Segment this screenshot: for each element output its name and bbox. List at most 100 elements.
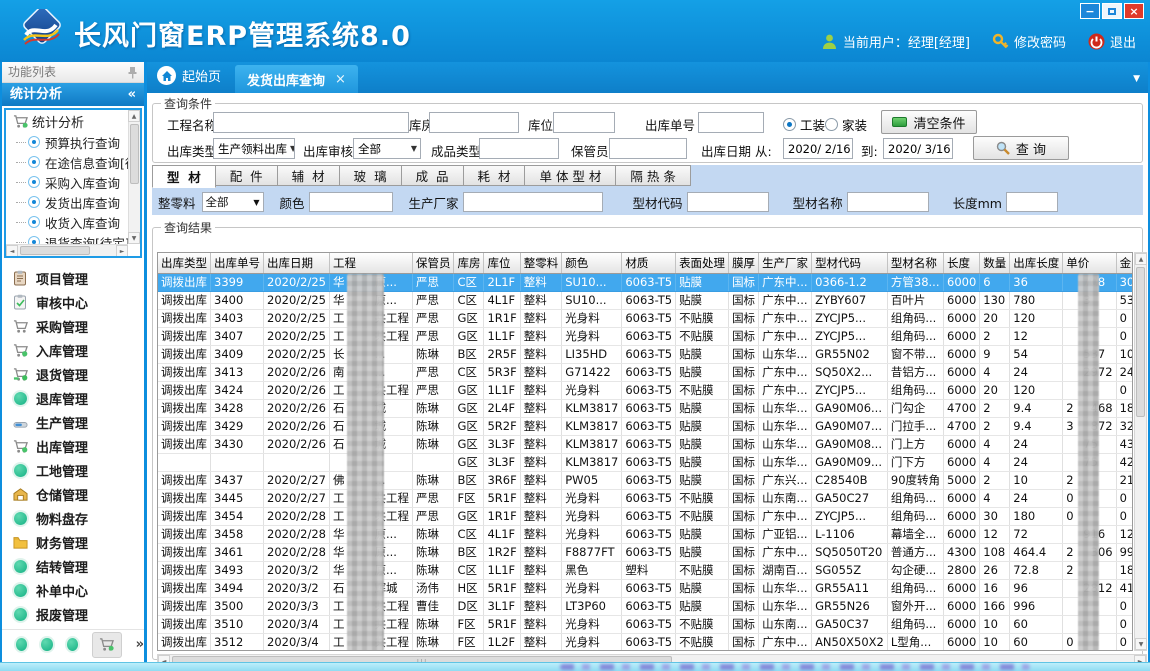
sidebar-item-入库管理[interactable]: 入库管理 — [2, 338, 144, 362]
table-vertical-scrollbar[interactable]: ▲ ▼ — [1134, 252, 1147, 651]
logout[interactable]: 退出 — [1088, 32, 1136, 51]
pin-icon[interactable] — [127, 66, 138, 79]
column-header[interactable]: 数量 — [980, 253, 1010, 273]
table-row[interactable]: 调拨出库34032020/2/25工共工程严思G区1R1F整料光身料6063-T… — [158, 309, 1133, 327]
material-tab[interactable]: 成 品 — [402, 165, 464, 186]
scroll-down-icon[interactable]: ▼ — [128, 232, 140, 244]
material-tab[interactable]: 配 件 — [216, 165, 278, 186]
date-from-select[interactable]: 2020/ 2/16▼ — [783, 138, 853, 159]
table-row[interactable]: 调拨出库34542020/2/28工共工程严思G区1R1F整料光身料6063-T… — [158, 507, 1133, 525]
scroll-up-icon[interactable]: ▲ — [128, 110, 140, 122]
column-header[interactable]: 材质 — [622, 253, 676, 273]
table-row[interactable]: 调拨出库34372020/2/27佛...陈琳B区3R6F整料PW056063-… — [158, 471, 1133, 489]
table-row[interactable]: 调拨出库35002020/3/3工共工程曹佳D区3L1F整料LT3P606063… — [158, 597, 1133, 615]
table-row[interactable]: 调拨出库34072020/2/25工共工程严思G区1L1F整料光身料6063-T… — [158, 327, 1133, 345]
column-header[interactable]: 型材代码 — [812, 253, 888, 273]
out-type-select[interactable]: 生产领料出库▼ — [213, 138, 295, 159]
table-row[interactable]: 调拨出库34242020/2/26工共工程严思G区1L1F整料光身料6063-T… — [158, 381, 1133, 399]
close-button[interactable]: × — [1124, 3, 1144, 19]
material-tab[interactable]: 耗 材 — [464, 165, 526, 186]
column-header[interactable]: 生产厂家 — [759, 253, 812, 273]
column-header[interactable]: 出库长度 — [1010, 253, 1063, 273]
table-row[interactable]: 调拨出库34582020/2/28华原...陈琳C区4L1F整料光身料6063-… — [158, 525, 1133, 543]
table-row[interactable]: 调拨出库35102020/3/4工共工程陈琳F区5R1F整料光身料6063-T5… — [158, 615, 1133, 633]
table-row[interactable]: 调拨出库34942020/3/2石辉城汤伟H区5R1F整料光身料6063-T5贴… — [158, 579, 1133, 597]
length-input[interactable] — [1006, 192, 1058, 212]
material-tab[interactable]: 型 材 — [152, 165, 216, 188]
scroll-left-icon[interactable]: ◄ — [6, 245, 18, 257]
column-header[interactable]: 出库类型 — [158, 253, 211, 273]
clear-conditions-button[interactable]: 清空条件 — [881, 110, 977, 134]
manufacturer-input[interactable] — [463, 192, 603, 212]
table-row[interactable]: G区3L3F整料KLM38176063-T5贴膜国标山东华...GA90M09.… — [158, 453, 1133, 471]
scroll-right-icon[interactable]: ► — [116, 245, 128, 257]
scroll-up-icon[interactable]: ▲ — [1135, 253, 1147, 265]
product-type-input[interactable] — [479, 138, 559, 159]
sidebar-item-物料盘存[interactable]: 物料盘存 — [2, 506, 144, 530]
column-header[interactable]: 整零料 — [520, 253, 562, 273]
search-button[interactable]: 查 询 — [973, 136, 1069, 160]
column-header[interactable]: 保管员 — [412, 253, 454, 273]
maximize-button[interactable] — [1102, 3, 1122, 19]
project-name-input[interactable] — [213, 112, 409, 133]
more-button[interactable]: » — [136, 637, 144, 652]
sidebar-item-财务管理[interactable]: 财务管理 — [2, 530, 144, 554]
whole-part-select[interactable]: 全部▼ — [202, 192, 264, 212]
tab-close-icon[interactable]: × — [335, 72, 346, 87]
column-header[interactable]: 膜厚 — [729, 253, 759, 273]
minimize-button[interactable]: − — [1080, 3, 1100, 19]
sidebar-item-仓储管理[interactable]: 仓储管理 — [2, 482, 144, 506]
table-row[interactable]: 调拨出库34282020/2/26石城陈琳G区2L4F整料KLM38176063… — [158, 399, 1133, 417]
audit-select[interactable]: 全部▼ — [353, 138, 421, 159]
material-tab[interactable]: 单 体 型 材 — [525, 165, 616, 186]
tab-list-dropdown-icon[interactable]: ▼ — [1133, 74, 1140, 84]
tree-hscroll-thumb[interactable] — [20, 246, 90, 255]
table-row[interactable]: 调拨出库34452020/2/27工共工程严思F区5R1F整料光身料6063-T… — [158, 489, 1133, 507]
column-header[interactable]: 单价 — [1063, 253, 1116, 273]
location-input[interactable] — [553, 112, 615, 133]
collapse-icon[interactable]: « — [128, 83, 136, 106]
sidebar-item-工地管理[interactable]: 工地管理 — [2, 458, 144, 482]
column-header[interactable]: 长度 — [944, 253, 980, 273]
table-row[interactable]: 调拨出库33992020/2/25华原...严思C区2L1F整料SU10...6… — [158, 273, 1133, 291]
sidebar-item-出库管理[interactable]: 出库管理 — [2, 434, 144, 458]
sidebar-tree-item[interactable]: 收货入库查询 — [6, 212, 128, 232]
sidebar-tree-item[interactable]: 退货查询[待定] — [6, 232, 128, 244]
profile-code-input[interactable] — [687, 192, 769, 212]
scroll-down-icon[interactable]: ▼ — [1135, 638, 1147, 650]
profile-name-input[interactable] — [847, 192, 929, 212]
sidebar-item-项目管理[interactable]: 项目管理 — [2, 266, 144, 290]
table-row[interactable]: 调拨出库34302020/2/26石城陈琳G区3L3F整料KLM38176063… — [158, 435, 1133, 453]
radio-industrial[interactable]: 工装 — [783, 115, 825, 134]
column-header[interactable]: 型材名称 — [887, 253, 943, 273]
table-row[interactable]: 调拨出库34002020/2/25华原...严思C区4L1F整料SU10...6… — [158, 291, 1133, 309]
column-header[interactable]: 工程 — [329, 253, 412, 273]
tree-scroll-thumb[interactable] — [130, 124, 139, 184]
radio-home[interactable]: 家装 — [825, 115, 867, 134]
dot-icon[interactable] — [67, 638, 78, 651]
sidebar-tree-item[interactable]: 采购入库查询 — [6, 172, 128, 192]
keeper-input[interactable] — [609, 138, 687, 159]
table-row[interactable]: 调拨出库34932020/3/2华原...陈琳C区1L1F整料黑色塑料不贴膜国标… — [158, 561, 1133, 579]
tab-shipment-outbound-query[interactable]: 发货出库查询 × — [235, 65, 358, 93]
sidebar-item-审核中心[interactable]: 审核中心 — [2, 290, 144, 314]
column-header[interactable]: 出库单号 — [211, 253, 264, 273]
table-row[interactable]: 调拨出库34092020/2/25长...陈琳B区2R5F整料LI35HD606… — [158, 345, 1133, 363]
table-row[interactable]: 调拨出库34612020/2/28华原...陈琳B区1R2F整料F8877FT6… — [158, 543, 1133, 561]
tree-vertical-scrollbar[interactable]: ▲ ▼ — [128, 110, 140, 244]
column-header[interactable]: 库房 — [454, 253, 484, 273]
sidebar-tree-item[interactable]: 在途信息查询[待 — [6, 152, 128, 172]
table-row[interactable]: 调拨出库35122020/3/4工共工程陈琳F区1L2F整料光身料6063-T5… — [158, 633, 1133, 651]
change-password[interactable]: 修改密码 — [992, 32, 1066, 51]
tree-horizontal-scrollbar[interactable]: ◄ ► — [6, 244, 128, 256]
sidebar-item-补单中心[interactable]: 补单中心 — [2, 578, 144, 602]
sidebar-item-退货管理[interactable]: 退货管理 — [2, 362, 144, 386]
sidebar-item-报废管理[interactable]: 报废管理 — [2, 602, 144, 626]
column-header[interactable]: 表面处理 — [676, 253, 729, 273]
material-tab[interactable]: 辅 材 — [278, 165, 340, 186]
tree-root-statistics[interactable]: 统计分析 — [6, 110, 128, 132]
table-vscroll-thumb[interactable] — [1136, 267, 1145, 417]
column-header[interactable]: 金 — [1116, 253, 1133, 273]
column-header[interactable]: 出库日期 — [264, 253, 330, 273]
color-input[interactable] — [309, 192, 393, 212]
